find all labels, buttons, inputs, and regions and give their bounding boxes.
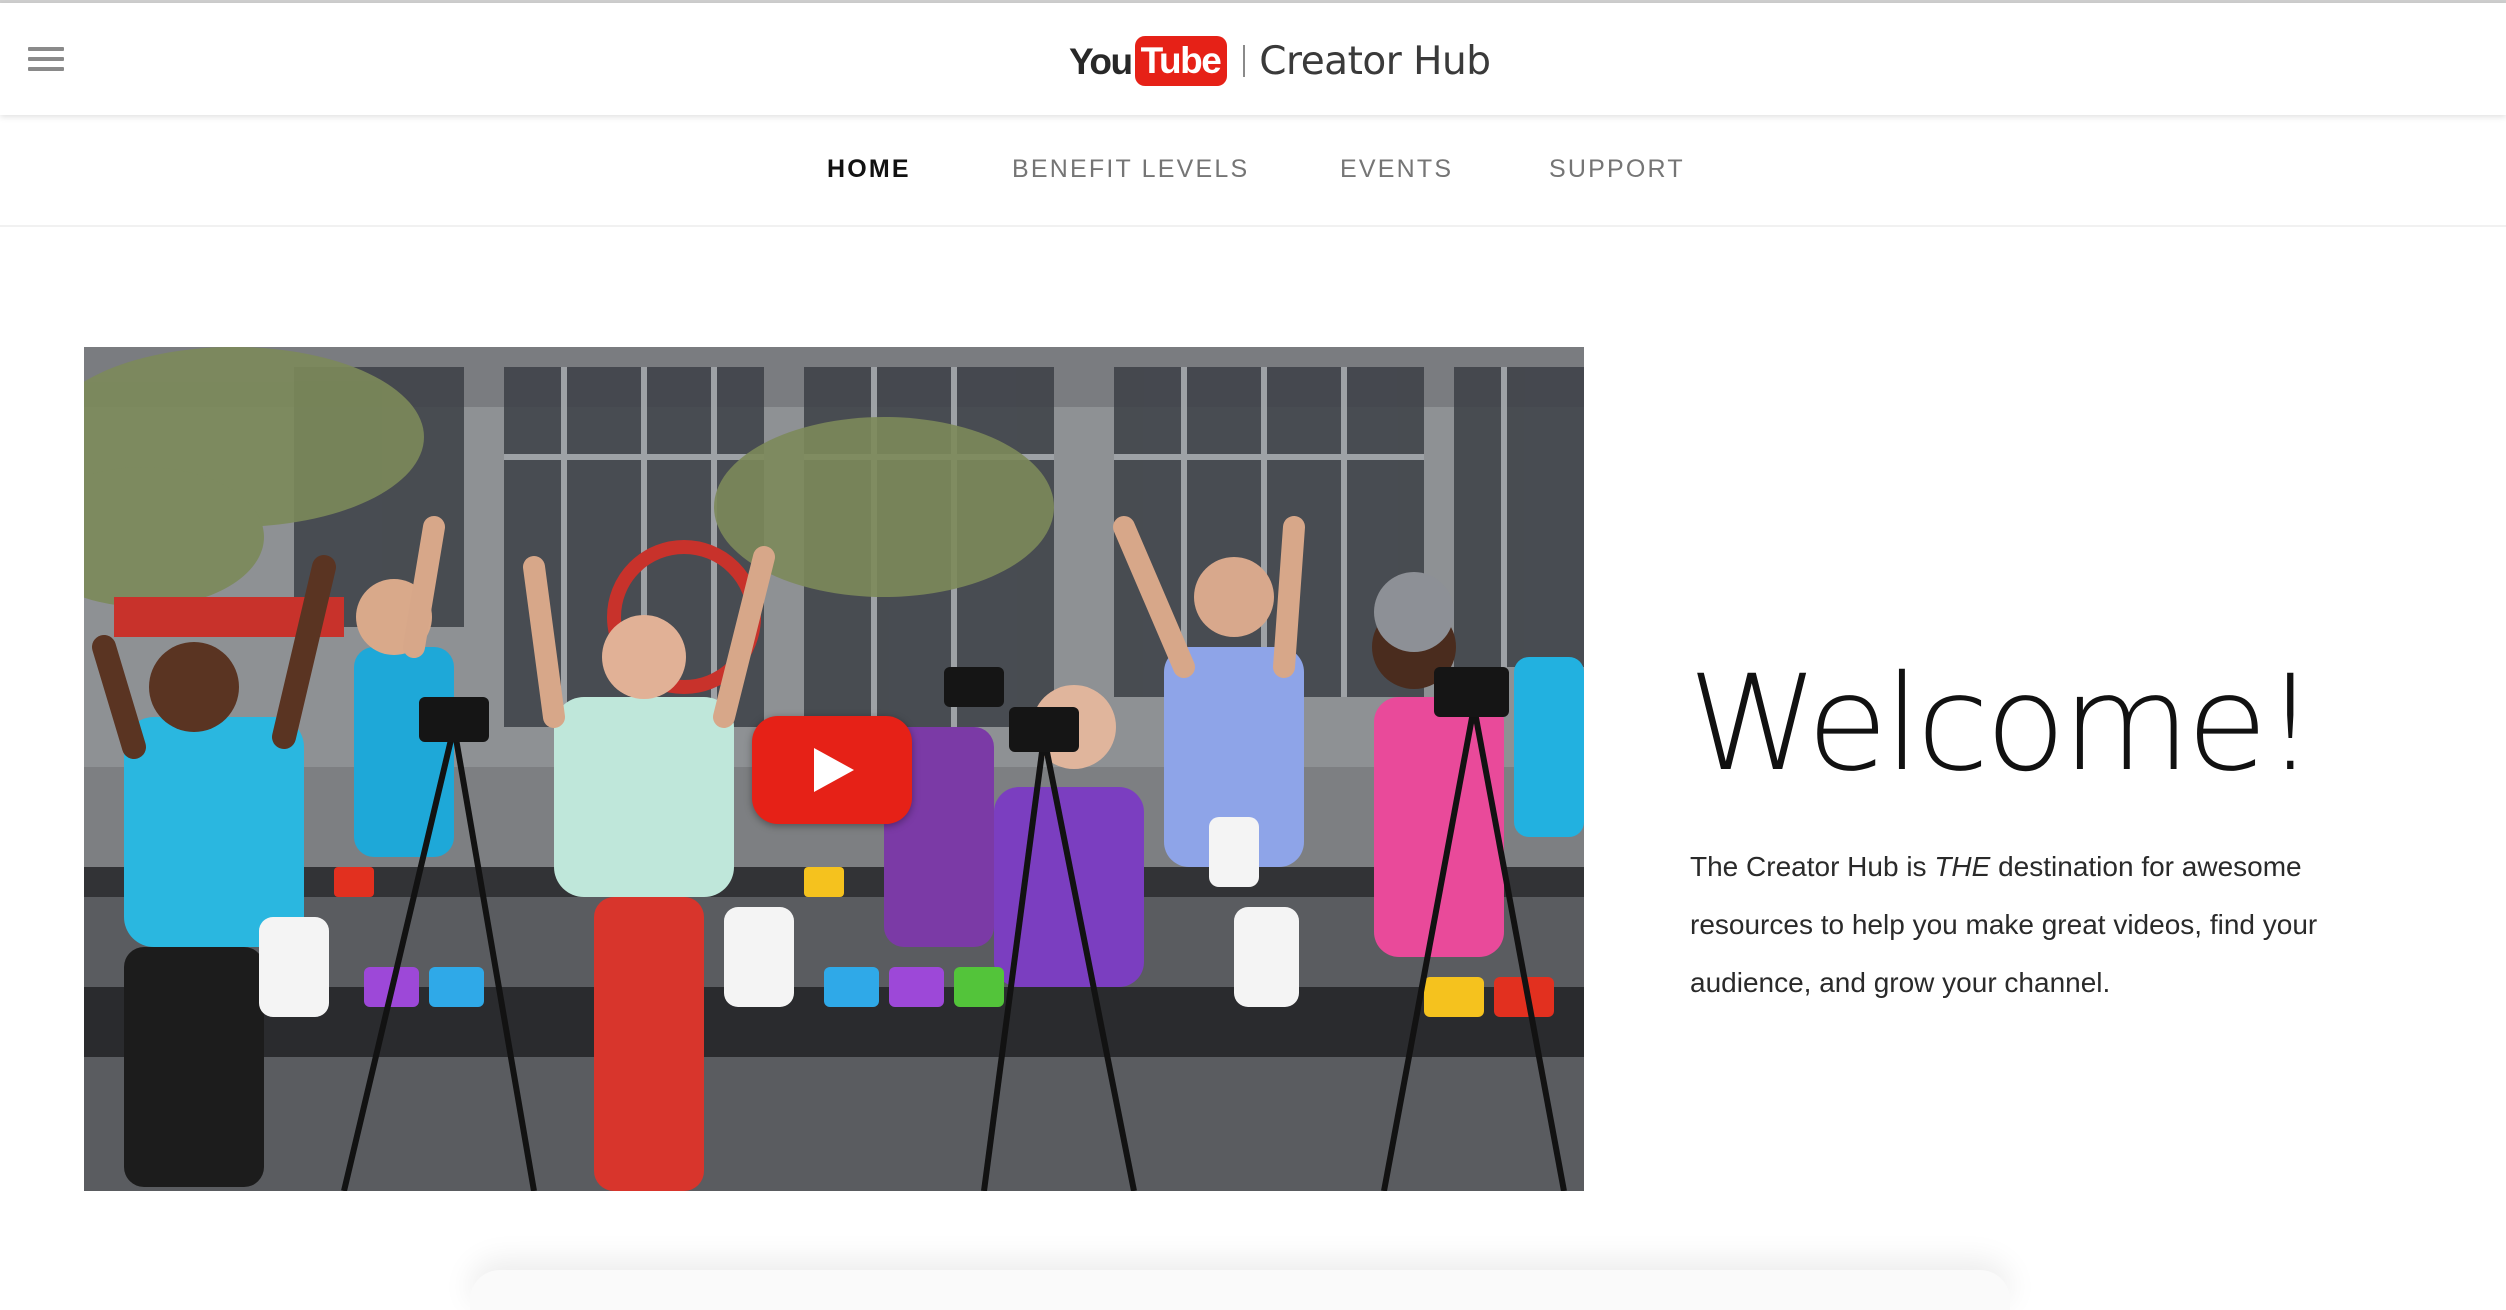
logo-tube-text: Tube (1134, 36, 1228, 86)
logo-you-text: You (1069, 40, 1133, 82)
site-header: You Tube Creator Hub (0, 3, 2506, 115)
nav-tab-support[interactable]: SUPPORT (1549, 155, 1685, 184)
nav-tab-events[interactable]: EVENTS (1340, 155, 1453, 184)
brand-divider (1243, 45, 1246, 77)
intro-text-start: The Creator Hub is (1690, 851, 1935, 882)
youtube-logo[interactable]: You Tube (1069, 33, 1228, 89)
site-title: Creator Hub (1259, 38, 1491, 84)
main-nav: HOME BENEFIT LEVELS EVENTS SUPPORT (0, 115, 2506, 227)
intro-paragraph: The Creator Hub is THE destination for a… (1690, 838, 2370, 1012)
play-icon[interactable] (752, 716, 912, 824)
nav-tab-home[interactable]: HOME (827, 155, 911, 184)
next-section-card (470, 1270, 2010, 1310)
intro-emphasis: THE (1934, 851, 1991, 882)
nav-tab-benefit-levels[interactable]: BENEFIT LEVELS (1012, 155, 1249, 184)
welcome-heading: Welcome! (1688, 647, 2317, 802)
hamburger-menu-icon[interactable] (22, 41, 70, 77)
brand[interactable]: You Tube Creator Hub (1069, 33, 1491, 89)
